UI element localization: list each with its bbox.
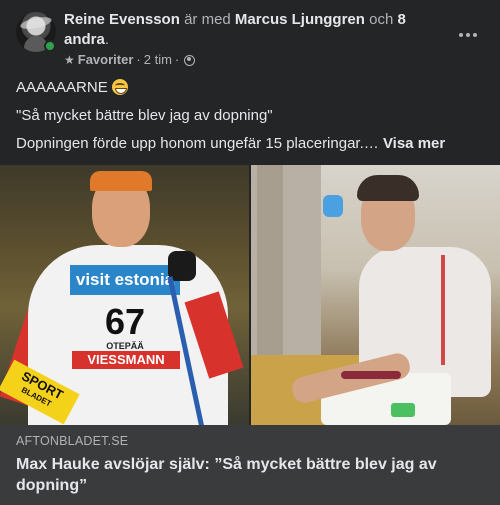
green-device (391, 403, 415, 417)
online-status-icon (44, 40, 56, 52)
grinning-face-emoji-icon (111, 79, 128, 95)
link-title[interactable]: Max Hauke avslöjar själv: ”Så mycket bät… (16, 454, 486, 496)
shirt-stripe (441, 255, 445, 365)
bib-number: 67 (104, 301, 146, 342)
post-images: visit estonia 67 OTEPÄÄ VIESSMANN SPORT … (0, 165, 500, 425)
post-line-3: Dopningen förde upp honom ungefär 15 pla… (16, 134, 486, 154)
post-meta: ★ Favoriter · 2 tim · (64, 52, 196, 68)
star-icon: ★ (64, 53, 75, 67)
meta-separator: · (136, 52, 141, 67)
post-line-2: "Så mycket bättre blev jag av dopning" (16, 107, 273, 124)
post-time-link[interactable]: 2 tim (144, 52, 172, 68)
and-text: och (369, 11, 394, 28)
dot-1 (459, 33, 463, 37)
blood-tube (341, 371, 401, 379)
avatar-splash (19, 14, 53, 32)
bib-sponsor-top: visit estonia (70, 265, 180, 295)
more-options-icon[interactable] (456, 28, 480, 42)
post-header: Reine Evensson är med Marcus Ljunggren o… (16, 10, 486, 74)
post-line-1-text: AAAAAARNE (16, 79, 108, 96)
author-name-link[interactable]: Reine Evensson (64, 11, 180, 28)
bib-sponsor-bottom: VIESSMANN (72, 351, 180, 369)
link-domain: AFTONBLADET.SE (16, 434, 129, 448)
standing-person-leg (257, 165, 283, 365)
post-line-3-text: Dopningen förde upp honom ungefär 15 pla… (16, 135, 379, 152)
link-preview[interactable]: AFTONBLADET.SE Max Hauke avslöjar själv:… (0, 425, 500, 505)
audience-label[interactable]: Favoriter (78, 52, 134, 68)
see-more-link[interactable]: Visa mer (383, 135, 445, 152)
post-title-line: Reine Evensson är med Marcus Ljunggren o… (64, 10, 444, 50)
blue-glove (323, 195, 343, 217)
skier-headband (90, 171, 152, 191)
dot-3 (473, 33, 477, 37)
dot-2 (466, 33, 470, 37)
globe-icon[interactable] (184, 54, 196, 66)
photo-skier[interactable]: visit estonia 67 OTEPÄÄ VIESSMANN SPORT … (0, 165, 249, 425)
photo-transfusion[interactable] (251, 165, 500, 425)
bib-city: OTEPÄÄ (106, 341, 144, 351)
post-line-1: AAAAAARNE (16, 78, 486, 98)
feed-post: Reine Evensson är med Marcus Ljunggren o… (0, 0, 500, 505)
post-body: AAAAAARNE "Så mycket bättre blev jag av … (16, 78, 486, 162)
tagged-person-link[interactable]: Marcus Ljunggren (235, 11, 365, 28)
meta-separator-2: · (174, 52, 180, 67)
person-hair (357, 175, 419, 201)
with-text: är med (184, 11, 231, 28)
title-period: . (104, 31, 110, 48)
